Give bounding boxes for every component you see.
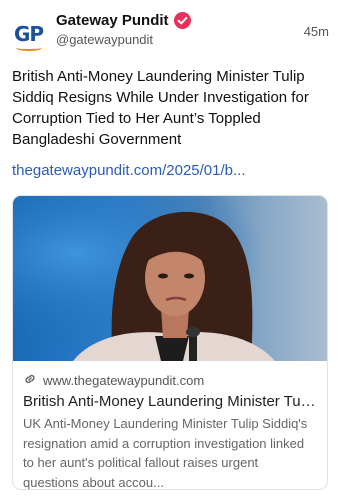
post-header: GP Gateway Pundit @gatewaypundit 45m	[12, 10, 329, 56]
avatar[interactable]: GP	[12, 16, 48, 52]
card-description: UK Anti-Money Laundering Minister Tulip …	[23, 416, 308, 490]
display-name[interactable]: Gateway Pundit	[56, 12, 169, 29]
author-info: Gateway Pundit @gatewaypundit	[56, 12, 191, 47]
card-domain: www.thegatewaypundit.com	[43, 373, 205, 388]
card-meta: www.thegatewaypundit.com British Anti-Mo…	[23, 372, 317, 490]
handle[interactable]: @gatewaypundit	[56, 32, 191, 47]
verified-badge-icon	[173, 12, 191, 29]
avatar-logo-text: GP	[14, 22, 44, 46]
link-icon	[23, 372, 37, 389]
post[interactable]: GP Gateway Pundit @gatewaypundit 45m Bri…	[0, 0, 341, 500]
card-title[interactable]: British Anti-Money Laundering Minister T…	[23, 393, 317, 410]
post-link[interactable]: thegatewaypundit.com/2025/01/b...	[12, 162, 246, 179]
post-timestamp[interactable]: 45m	[304, 24, 329, 39]
post-text: British Anti-Money Laundering Minister T…	[12, 68, 309, 148]
link-preview-card[interactable]: www.thegatewaypundit.com British Anti-Mo…	[12, 195, 328, 490]
card-image[interactable]	[13, 196, 327, 361]
avatar-swoosh	[16, 45, 42, 51]
